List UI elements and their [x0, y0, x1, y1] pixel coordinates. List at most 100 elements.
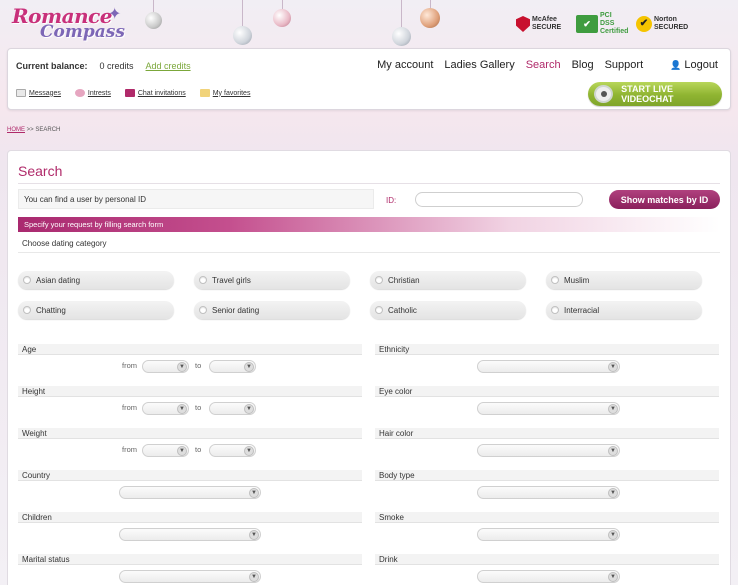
norton-text: Norton SECURED: [654, 16, 689, 31]
age-to-select[interactable]: ▼: [209, 360, 256, 373]
weight-to-select[interactable]: ▼: [209, 444, 256, 457]
field-label-ethnicity: Ethnicity: [375, 344, 719, 355]
subnav-chat-invitations[interactable]: Chat invitations: [124, 89, 186, 97]
radio-icon: [199, 306, 207, 314]
range-from-label: from: [122, 361, 137, 370]
webcam-icon: [594, 85, 614, 103]
eye-color-select[interactable]: ▼: [477, 402, 620, 415]
ornament-icon: [420, 8, 440, 28]
height-from-select[interactable]: ▼: [142, 402, 189, 415]
category-catholic[interactable]: Catholic: [370, 301, 526, 319]
height-to-select[interactable]: ▼: [209, 402, 256, 415]
subnav-my-favorites[interactable]: My favorites: [199, 89, 250, 97]
title-divider: [18, 183, 720, 184]
balance-value: 0 credits: [99, 61, 134, 71]
sub-nav: Messages Intrests Chat invitations My fa…: [16, 89, 250, 97]
category-label: Chatting: [36, 305, 66, 315]
field-label-smoke: Smoke: [375, 512, 719, 523]
radio-icon: [23, 276, 31, 284]
site-logo[interactable]: Romance Compass ✦: [10, 4, 130, 44]
site-header: Romance Compass ✦ McAfee SECURE ✔ PCI DS…: [0, 0, 738, 48]
add-credits-link[interactable]: Add credits: [146, 61, 191, 71]
chevron-down-icon: ▼: [608, 572, 618, 582]
id-label: ID:: [386, 196, 397, 205]
radio-icon: [199, 276, 207, 284]
norton-check-icon: ✔: [636, 16, 652, 32]
range-to-label: to: [195, 445, 202, 454]
chevron-down-icon: ▼: [244, 446, 254, 456]
children-select[interactable]: ▼: [119, 528, 261, 541]
nav-ladies-gallery[interactable]: Ladies Gallery: [444, 59, 514, 71]
field-label-marital-status: Marital status: [18, 554, 362, 565]
form-hint-bar: Specify your request by filling search f…: [18, 217, 720, 232]
chevron-down-icon: ▼: [177, 446, 187, 456]
heart-icon: [74, 89, 85, 97]
logo-star-icon: ✦: [108, 6, 122, 23]
chevron-down-icon: ▼: [608, 446, 618, 456]
main-nav: My account Ladies Gallery Search Blog Su…: [377, 59, 718, 71]
category-label: Muslim: [564, 275, 590, 285]
field-label-drink: Drink: [375, 554, 719, 565]
subnav-label: Messages: [29, 89, 61, 97]
mcafee-text: McAfee SECURE: [532, 16, 562, 31]
chat-icon: [124, 89, 135, 97]
radio-icon: [551, 306, 559, 314]
radio-icon: [551, 276, 559, 284]
norton-badge[interactable]: ✔ Norton SECURED: [636, 16, 689, 32]
category-label: Senior dating: [212, 305, 260, 315]
mcafee-badge[interactable]: McAfee SECURE: [516, 16, 566, 32]
radio-icon: [375, 276, 383, 284]
marital-status-select[interactable]: ▼: [119, 570, 261, 583]
category-travel-girls[interactable]: Travel girls: [194, 271, 350, 289]
smoke-select[interactable]: ▼: [477, 528, 620, 541]
trust-badges: McAfee SECURE ✔ PCI DSS Certified ✔ Nort…: [516, 12, 689, 36]
hair-color-select[interactable]: ▼: [477, 444, 620, 457]
ornament-string: [242, 0, 243, 26]
category-christian[interactable]: Christian: [370, 271, 526, 289]
radio-icon: [23, 306, 31, 314]
weight-from-select[interactable]: ▼: [142, 444, 189, 457]
subnav-messages[interactable]: Messages: [16, 89, 61, 97]
nav-support[interactable]: Support: [605, 59, 644, 71]
pci-logo-icon: ✔: [576, 15, 598, 33]
radio-icon: [375, 306, 383, 314]
category-senior-dating[interactable]: Senior dating: [194, 301, 350, 319]
breadcrumb-current: SEARCH: [35, 127, 61, 133]
category-chatting[interactable]: Chatting: [18, 301, 174, 319]
range-to-label: to: [195, 361, 202, 370]
field-label-age: Age: [18, 344, 362, 355]
ornament-icon: [273, 9, 291, 27]
category-asian-dating[interactable]: Asian dating: [18, 271, 174, 289]
show-matches-by-id-button[interactable]: Show matches by ID: [609, 190, 720, 209]
subnav-label: Chat invitations: [137, 89, 186, 97]
category-label: Interracial: [564, 305, 600, 315]
nav-my-account[interactable]: My account: [377, 59, 433, 71]
range-from-label: from: [122, 403, 137, 412]
pci-badge[interactable]: ✔ PCI DSS Certified: [576, 12, 628, 36]
envelope-icon: [16, 89, 26, 97]
id-input[interactable]: [415, 192, 583, 207]
category-label: Travel girls: [212, 275, 251, 285]
subnav-intrests[interactable]: Intrests: [74, 89, 111, 97]
category-interracial[interactable]: Interracial: [546, 301, 702, 319]
category-muslim[interactable]: Muslim: [546, 271, 702, 289]
ornament-icon: [392, 27, 411, 46]
nav-blog[interactable]: Blog: [572, 59, 594, 71]
country-select[interactable]: ▼: [119, 486, 261, 499]
age-from-select[interactable]: ▼: [142, 360, 189, 373]
breadcrumb-home[interactable]: HOME: [7, 127, 25, 133]
logo-word-2: Compass: [40, 22, 125, 42]
logout-link[interactable]: 👤 Logout: [670, 59, 718, 71]
drink-select[interactable]: ▼: [477, 570, 620, 583]
user-icon: 👤: [670, 60, 682, 70]
chevron-down-icon: ▼: [244, 362, 254, 372]
balance-label: Current balance:: [16, 61, 88, 71]
start-videochat-button[interactable]: START LIVE VIDEOCHAT: [588, 82, 722, 106]
body-type-select[interactable]: ▼: [477, 486, 620, 499]
nav-search[interactable]: Search: [526, 59, 561, 71]
ornament-icon: [145, 12, 162, 29]
ethnicity-select[interactable]: ▼: [477, 360, 620, 373]
balance-info: Current balance: 0 credits Add credits: [16, 61, 191, 71]
range-to-label: to: [195, 403, 202, 412]
mcafee-shield-icon: [516, 16, 530, 32]
